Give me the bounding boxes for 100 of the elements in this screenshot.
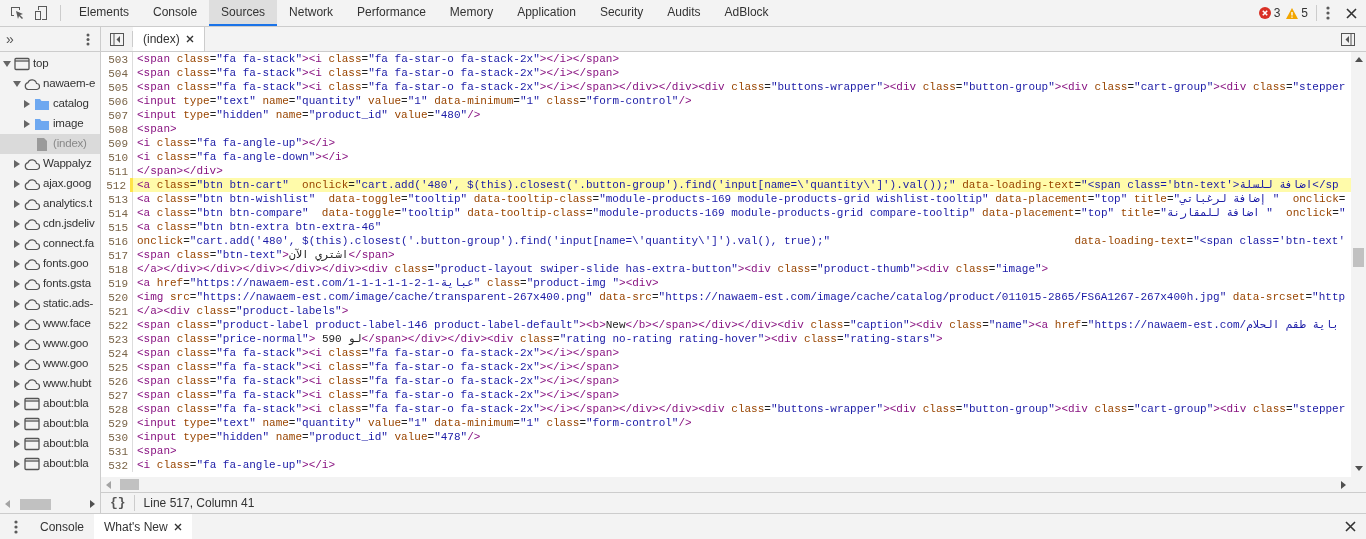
scroll-up-icon[interactable] [1354,56,1363,62]
cloud-icon [24,77,40,91]
code-line: <i class="fa fa-angle-down"></i> [137,150,349,164]
more-tabs-icon[interactable]: » [6,32,14,46]
panel-tab[interactable]: Security [587,0,656,26]
code-line: onclick="cart.add('480', $(this).closest('.button-group').find('input[name=\'quantity\']').val(), true);" data-loading-text="<span class='btn-text' [137,234,1346,248]
cloud-icon [24,337,40,351]
panel-tab[interactable]: Elements [67,0,142,26]
line-number: 509 [108,138,128,150]
collapsed-arrow-icon [13,160,21,168]
cloud-icon [24,177,40,191]
toggle-debugger-icon[interactable] [1341,32,1355,46]
pretty-print-icon[interactable]: {} [110,493,126,513]
toggle-navigator-icon[interactable] [110,32,124,46]
code-line: <span> [137,444,177,458]
expanded-arrow-icon [3,60,11,68]
collapsed-arrow-icon [13,200,21,208]
tree-item[interactable]: about:bla [0,434,100,454]
expanded-arrow-icon [13,80,21,88]
code-line: <span class="fa fa-stack"><i class="fa fa-star-o fa-stack-2x"></i></span> [137,66,619,80]
line-number: 507 [108,110,128,122]
tree-item[interactable]: www.face [0,314,100,334]
line-number: 504 [108,68,128,80]
tree-item[interactable]: about:bla [0,394,100,414]
tree-item[interactable]: analytics.t [0,194,100,214]
frame-icon [24,397,40,411]
drawer-tab[interactable]: What's New [94,514,192,539]
close-icon[interactable] [1346,7,1357,19]
close-icon[interactable] [185,35,194,43]
warning-count: 5 [1301,5,1308,22]
code-line: <input type="text" name="quantity" value="1" data-minimum="1" class="form-control"/> [137,94,692,108]
code-line: </a></div></div></div></div></div><div class="product-layout swiper-slide has-extra-button"><div class="product-thumb"><div class="image"> [137,262,1049,276]
tree-item[interactable]: www.goo [0,354,100,374]
tree-item[interactable]: connect.fa [0,234,100,254]
tree-item[interactable]: www.hubt [0,374,100,394]
file-icon [34,137,50,151]
tree-item[interactable]: top [0,54,100,74]
more-menu-icon[interactable] [1326,6,1330,20]
device-toolbar-icon[interactable] [34,5,50,21]
code-line: </a><div class="product-labels"> [137,304,349,318]
collapsed-arrow-icon [13,300,21,308]
panel-tab[interactable]: Memory [437,0,506,26]
collapsed-arrow-icon [13,400,21,408]
line-number: 519 [108,278,128,290]
line-number: 515 [108,222,128,234]
collapsed-arrow-icon [13,360,21,368]
inspect-icon[interactable] [9,5,25,21]
line-number: 505 [108,82,128,94]
code-line: <span class="fa fa-stack"><i class="fa fa-star-o fa-stack-2x"></i></span> [137,52,619,66]
scrollbar-thumb[interactable] [120,479,139,490]
close-icon[interactable] [1345,521,1356,532]
panel-tab[interactable]: Performance [345,0,438,26]
cloud-icon [24,297,40,311]
tree-item[interactable]: catalog [0,94,100,114]
more-menu-icon[interactable] [14,519,18,534]
line-number: 511 [108,166,128,178]
tree-item[interactable]: cdn.jsdeliv [0,214,100,234]
line-number: 530 [108,432,128,444]
panel-tab[interactable]: AdBlock [712,0,781,26]
tree-item[interactable]: image [0,114,100,134]
tree-item[interactable]: fonts.goo [0,254,100,274]
scroll-right-icon[interactable] [90,500,96,508]
cursor-position: Line 517, Column 41 [143,495,255,512]
tree-item[interactable]: www.goo [0,334,100,354]
tree-item[interactable]: static.ads- [0,294,100,314]
collapsed-arrow-icon [13,440,21,448]
file-tab[interactable]: (index) [133,27,205,51]
folder-icon [34,97,50,111]
code-line: <input type="text" name="quantity" value="1" data-minimum="1" class="form-control"/> [137,416,692,430]
tree-item[interactable]: fonts.gsta [0,274,100,294]
tree-item[interactable]: nawaem-e [0,74,100,94]
more-menu-icon[interactable] [86,32,90,46]
drawer-tab[interactable]: Console [30,514,95,539]
line-number: 526 [108,376,128,388]
line-number: 520 [108,292,128,304]
folder-icon [34,117,50,131]
tree-item[interactable]: about:bla [0,454,100,474]
cloud-icon [24,377,40,391]
line-number: 518 [108,264,128,276]
error-icon [1258,7,1271,19]
line-number: 514 [108,208,128,220]
error-count: 3 [1273,5,1281,22]
warning-icon [1286,7,1299,19]
collapsed-arrow-icon [13,220,21,228]
code-line: <span class="fa fa-stack"><i class="fa fa-star-o fa-stack-2x"></i></span> [137,346,619,360]
tree-item[interactable]: Wappalyz [0,154,100,174]
panel-tab[interactable]: Application [505,0,588,26]
tree-item[interactable]: about:bla [0,414,100,434]
tree-item[interactable]: ajax.goog [0,174,100,194]
panel-tab[interactable]: Audits [655,0,713,26]
scrollbar-thumb[interactable] [1353,248,1364,267]
panel-tab[interactable]: Console [141,0,210,26]
scroll-down-icon[interactable] [1354,466,1363,472]
frame-icon [24,437,40,451]
panel-tab[interactable]: Network [277,0,346,26]
close-icon[interactable] [173,522,182,531]
panel-tab[interactable]: Sources [209,0,278,26]
scrollbar-thumb[interactable] [20,498,51,510]
code-line: <i class="fa fa-angle-up"></i> [137,136,336,150]
scroll-right-icon[interactable] [1341,480,1347,489]
